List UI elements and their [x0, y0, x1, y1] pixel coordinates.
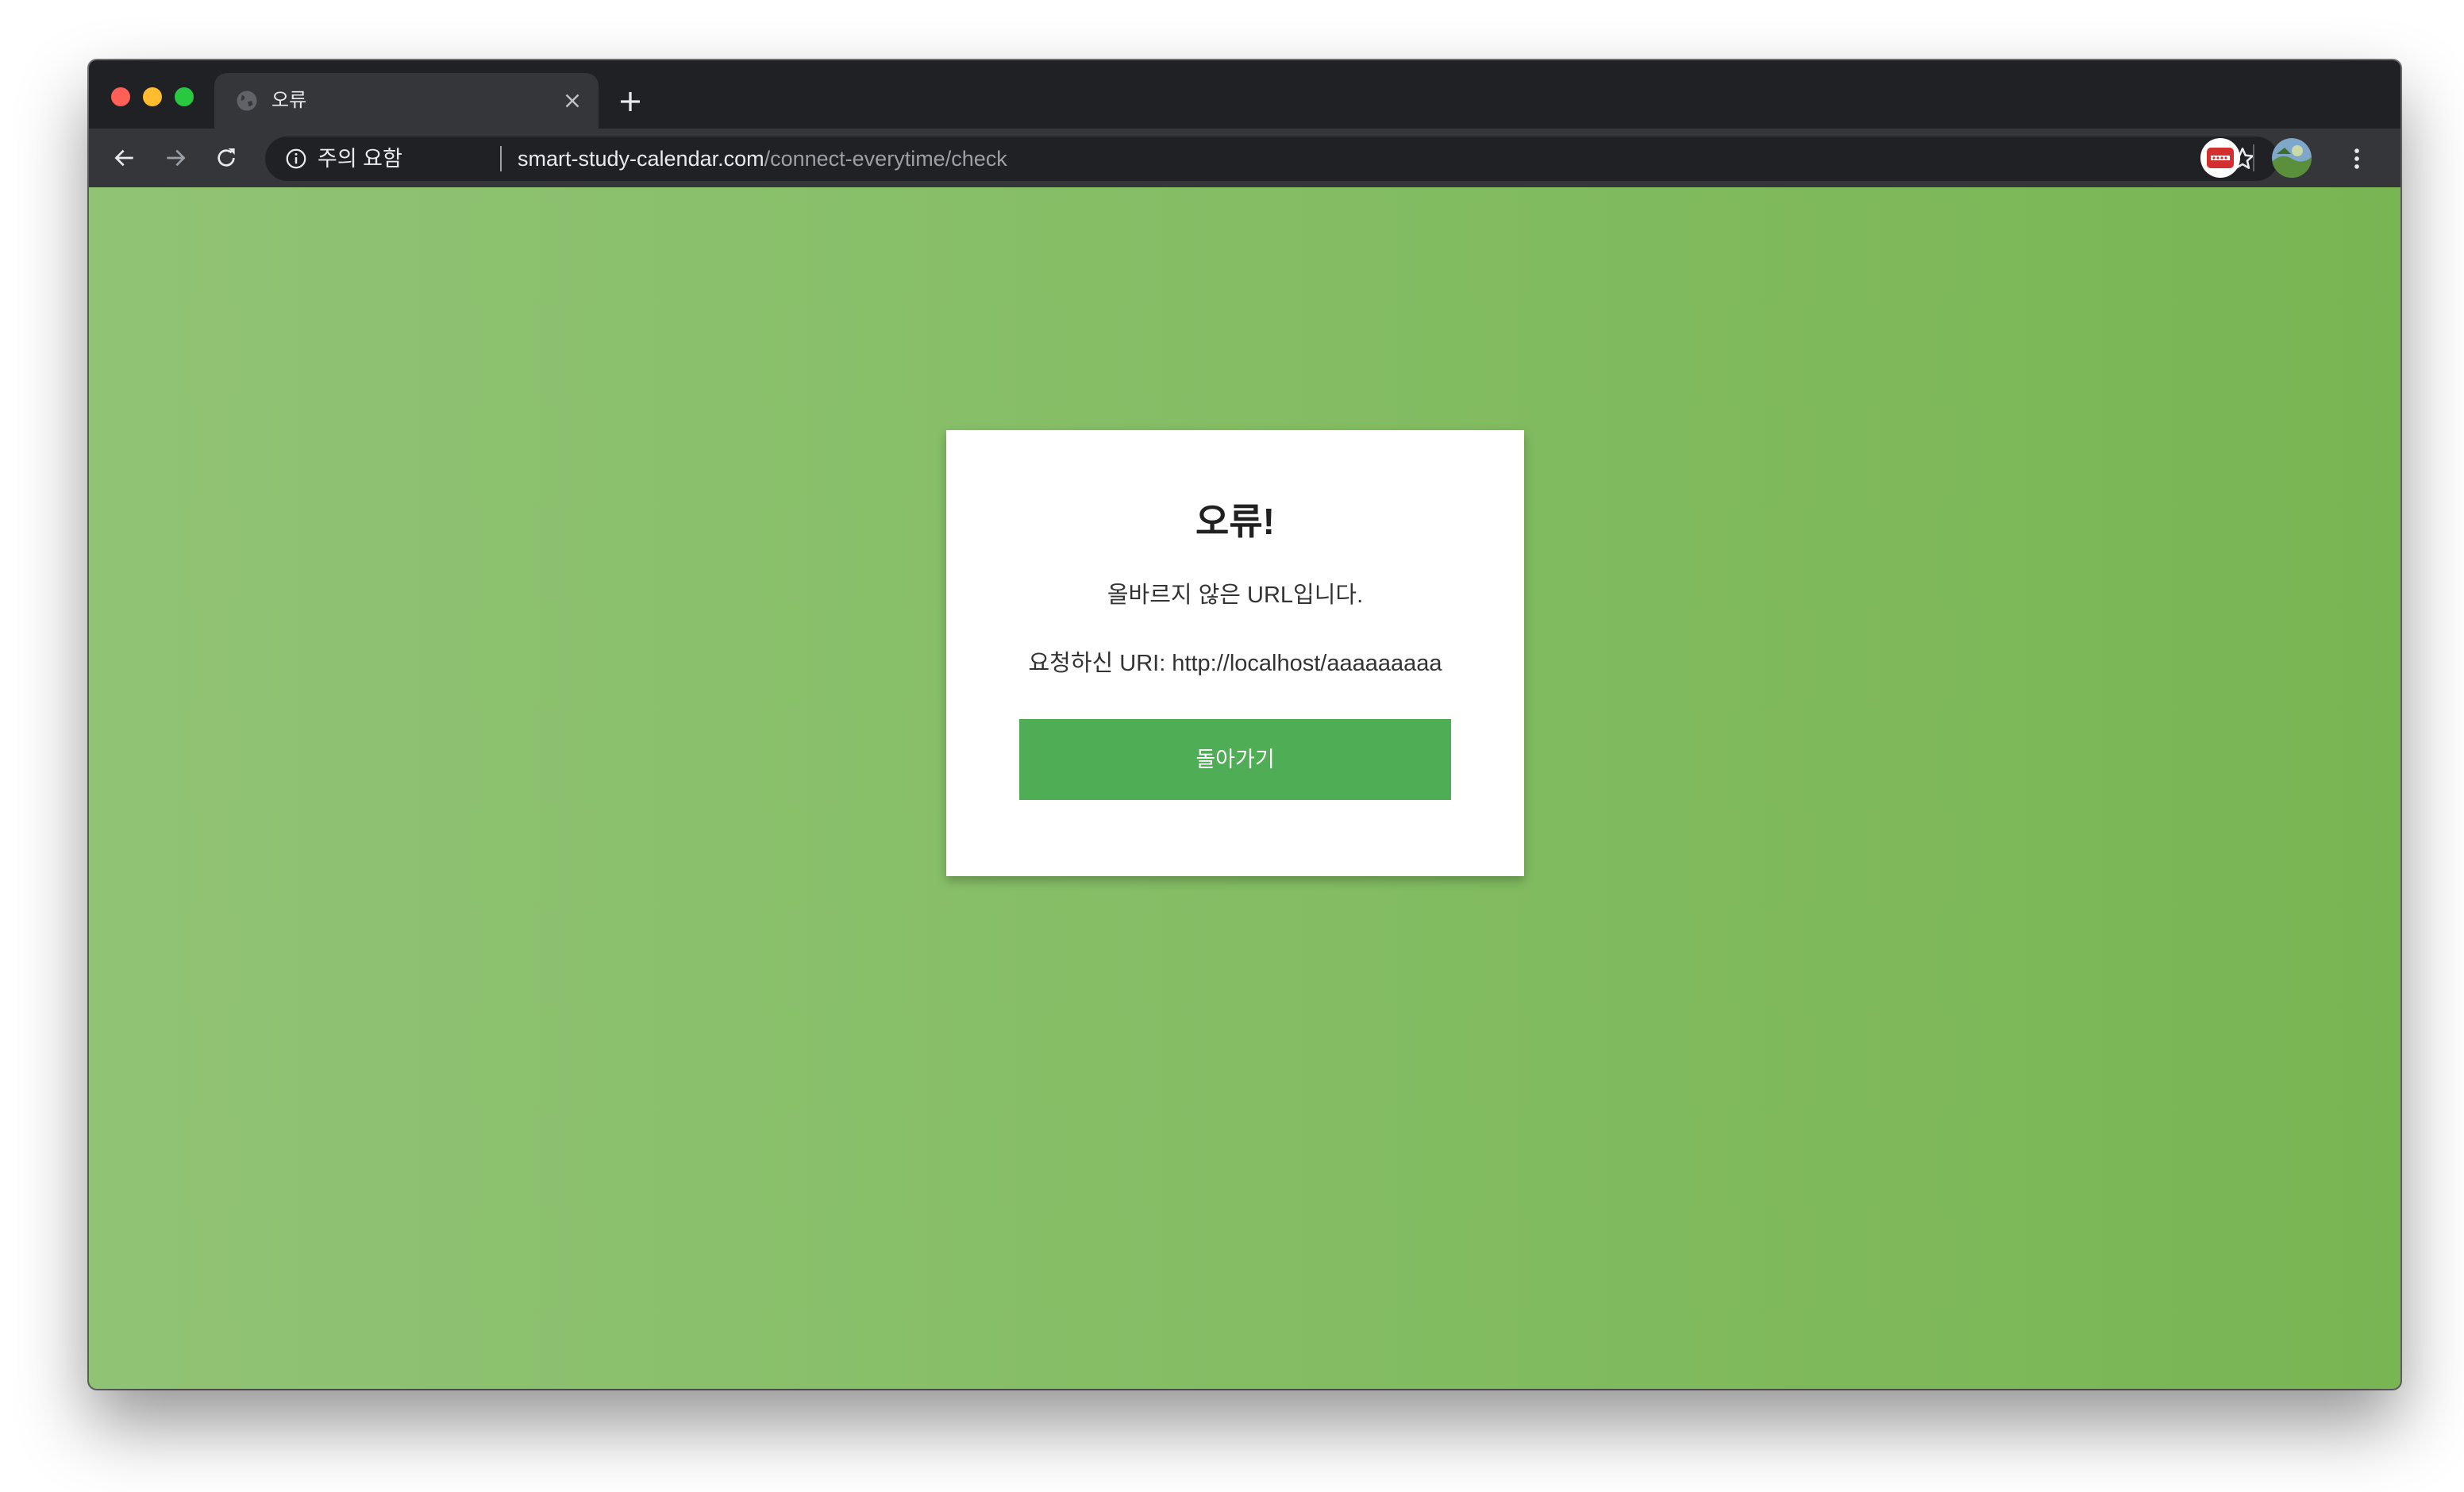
url-path: /connect-everytime/check — [764, 147, 1007, 171]
browser-tab[interactable]: 오류 — [214, 73, 599, 129]
forward-button[interactable] — [159, 141, 192, 175]
browser-window: 오류 주의 요함 smart-study-calendar.com/connec… — [89, 60, 2400, 1389]
requested-uri: 요청하신 URI: http://localhost/aaaaaaaaa — [1028, 651, 1442, 676]
window-close-button[interactable] — [111, 87, 130, 106]
browser-toolbar: 주의 요함 smart-study-calendar.com/connect-e… — [89, 129, 2400, 187]
more-vert-icon[interactable] — [2343, 144, 2370, 173]
error-message: 올바르지 않은 URL입니다. — [1107, 583, 1364, 608]
security-warning-label[interactable]: 주의 요함 — [318, 147, 402, 171]
extension-icon[interactable] — [2199, 137, 2242, 179]
window-minimize-button[interactable] — [143, 87, 162, 106]
address-divider — [500, 146, 502, 171]
error-card: 오류! 올바르지 않은 URL입니다. 요청하신 URI: http://loc… — [946, 430, 1524, 876]
url-text[interactable]: smart-study-calendar.com/connect-everyti… — [518, 147, 1007, 171]
close-icon[interactable] — [560, 89, 584, 113]
tab-title: 오류 — [271, 90, 307, 111]
reload-icon — [218, 148, 235, 167]
back-button[interactable] — [108, 141, 141, 175]
new-tab-plus-icon[interactable] — [616, 87, 645, 116]
reload-button[interactable] — [210, 141, 243, 175]
arrow-left-icon — [114, 149, 133, 167]
info-icon[interactable] — [284, 147, 308, 171]
arrow-right-icon — [167, 149, 186, 167]
error-title: 오류! — [1195, 501, 1275, 542]
go-back-button[interactable]: 돌아가기 — [1019, 719, 1451, 800]
url-host: smart-study-calendar.com — [518, 147, 764, 171]
window-maximize-button[interactable] — [175, 87, 194, 106]
toolbar-divider — [2253, 144, 2254, 171]
page-viewport: 오류! 올바르지 않은 URL입니다. 요청하신 URI: http://loc… — [89, 187, 2400, 1389]
address-bar[interactable]: 주의 요함 smart-study-calendar.com/connect-e… — [265, 137, 2278, 181]
tab-strip: 오류 — [89, 60, 2400, 129]
globe-icon — [237, 90, 257, 111]
profile-avatar[interactable] — [2272, 138, 2312, 178]
